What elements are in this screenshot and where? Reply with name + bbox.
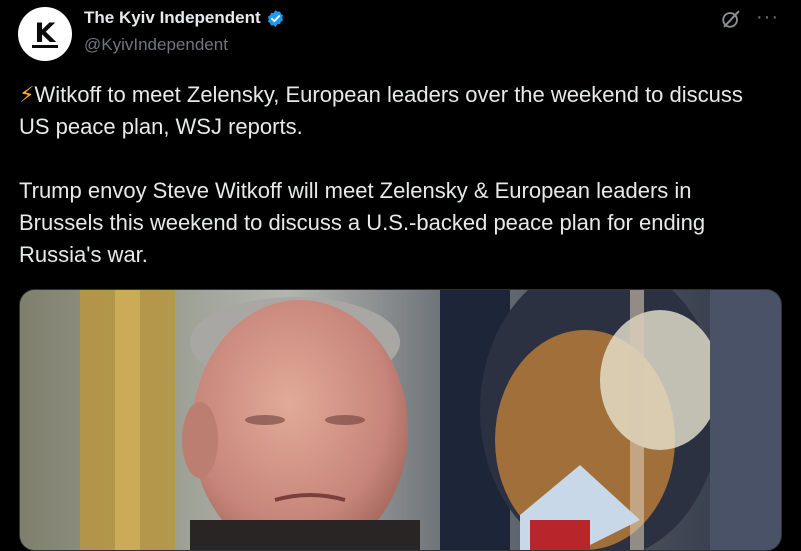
author-display-name[interactable]: The Kyiv Independent (84, 8, 261, 28)
author-handle[interactable]: @KyivIndependent (84, 35, 228, 55)
verified-badge-icon (267, 9, 283, 27)
grok-icon[interactable] (720, 8, 742, 30)
author-name-row: The Kyiv Independent (84, 8, 285, 28)
post-photo (20, 290, 781, 550)
post-text: ⚡Witkoff to meet Zelensky, European lead… (19, 79, 779, 271)
post-headline: Witkoff to meet Zelensky, European leade… (19, 82, 743, 139)
author-avatar[interactable]: K (18, 7, 72, 61)
lightning-icon: ⚡ (19, 82, 35, 107)
avatar-logo-underline (32, 45, 58, 48)
post-image[interactable] (19, 289, 782, 551)
more-icon[interactable]: ··· (756, 6, 779, 29)
post-body: Trump envoy Steve Witkoff will meet Zele… (19, 178, 706, 267)
avatar-logo-letter: K (34, 17, 56, 49)
